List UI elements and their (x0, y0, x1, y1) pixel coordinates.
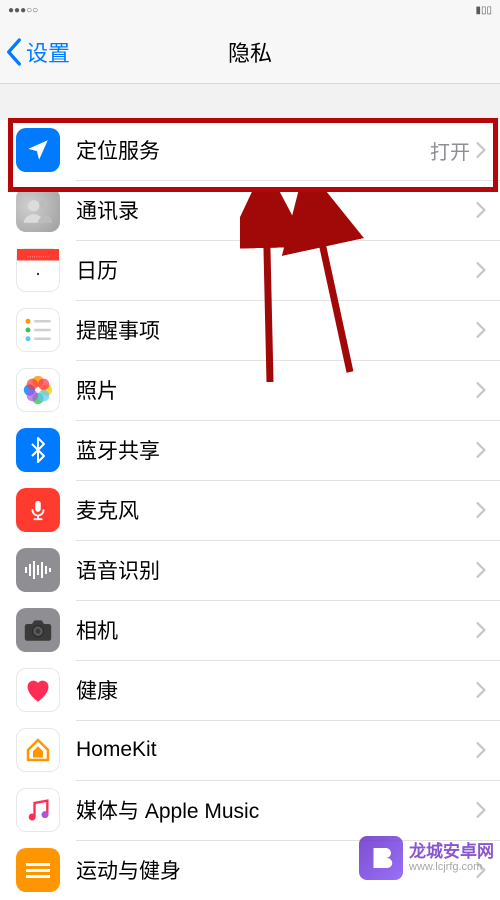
row-value: 打开 (430, 136, 470, 165)
health-icon (16, 668, 60, 712)
row-label: 相机 (76, 615, 476, 645)
chevron-right-icon (476, 382, 486, 398)
signal-icon: ●●●○○ (8, 5, 38, 16)
page-title: 隐私 (228, 36, 272, 68)
row-location[interactable]: 定位服务 打开 (0, 120, 500, 180)
motion-icon (16, 848, 60, 892)
row-health[interactable]: 健康 (0, 660, 500, 720)
row-label: 通讯录 (76, 195, 476, 225)
reminders-icon (16, 308, 60, 352)
battery-icon: ▮▯▯ (475, 5, 492, 16)
row-music[interactable]: 媒体与 Apple Music (0, 780, 500, 840)
chevron-right-icon (476, 622, 486, 638)
nav-bar: 设置 隐私 (0, 20, 500, 84)
camera-icon (16, 608, 60, 652)
row-label: HomeKit (76, 738, 476, 762)
row-label: 媒体与 Apple Music (76, 795, 476, 825)
music-icon (16, 788, 60, 832)
row-label: 蓝牙共享 (76, 435, 476, 465)
photos-icon (16, 368, 60, 412)
row-microphone[interactable]: 麦克风 (0, 480, 500, 540)
microphone-icon (16, 488, 60, 532)
chevron-right-icon (476, 142, 486, 158)
watermark-logo-icon (359, 836, 403, 880)
chevron-right-icon (476, 682, 486, 698)
svg-text:·: · (35, 264, 41, 285)
row-homekit[interactable]: HomeKit (0, 720, 500, 780)
watermark-url: www.lcjrfg.com (409, 861, 494, 874)
chevron-right-icon (476, 322, 486, 338)
chevron-right-icon (476, 202, 486, 218)
back-button[interactable]: 设置 (0, 20, 70, 83)
row-photos[interactable]: 照片 (0, 360, 500, 420)
row-speech[interactable]: 语音识别 (0, 540, 500, 600)
row-bluetooth[interactable]: 蓝牙共享 (0, 420, 500, 480)
row-label: 语音识别 (76, 555, 476, 585)
row-label: 定位服务 (76, 135, 430, 165)
contacts-icon (16, 188, 60, 232)
chevron-right-icon (476, 262, 486, 278)
watermark: 龙城安卓网 www.lcjrfg.com (359, 836, 494, 880)
chevron-right-icon (476, 802, 486, 818)
location-icon (16, 128, 60, 172)
row-label: 日历 (76, 255, 476, 285)
speech-icon (16, 548, 60, 592)
row-label: 麦克风 (76, 495, 476, 525)
row-camera[interactable]: 相机 (0, 600, 500, 660)
settings-list: 定位服务 打开 通讯录 ··········· 日历 提醒事项 照片 (0, 120, 500, 900)
chevron-right-icon (476, 502, 486, 518)
bluetooth-icon (16, 428, 60, 472)
watermark-title: 龙城安卓网 (409, 842, 494, 862)
chevron-right-icon (476, 742, 486, 758)
homekit-icon (16, 728, 60, 772)
status-bar: ●●●○○ ▮▯▯ (0, 0, 500, 20)
back-label: 设置 (26, 36, 70, 68)
row-calendar[interactable]: ··········· 日历 (0, 240, 500, 300)
svg-text:··········: ·········· (27, 254, 49, 261)
row-label: 提醒事项 (76, 315, 476, 345)
chevron-right-icon (476, 442, 486, 458)
calendar-icon: ··········· (16, 248, 60, 292)
row-label: 健康 (76, 675, 476, 705)
chevron-left-icon (6, 38, 22, 66)
chevron-right-icon (476, 562, 486, 578)
row-contacts[interactable]: 通讯录 (0, 180, 500, 240)
row-label: 照片 (76, 375, 476, 405)
row-reminders[interactable]: 提醒事项 (0, 300, 500, 360)
